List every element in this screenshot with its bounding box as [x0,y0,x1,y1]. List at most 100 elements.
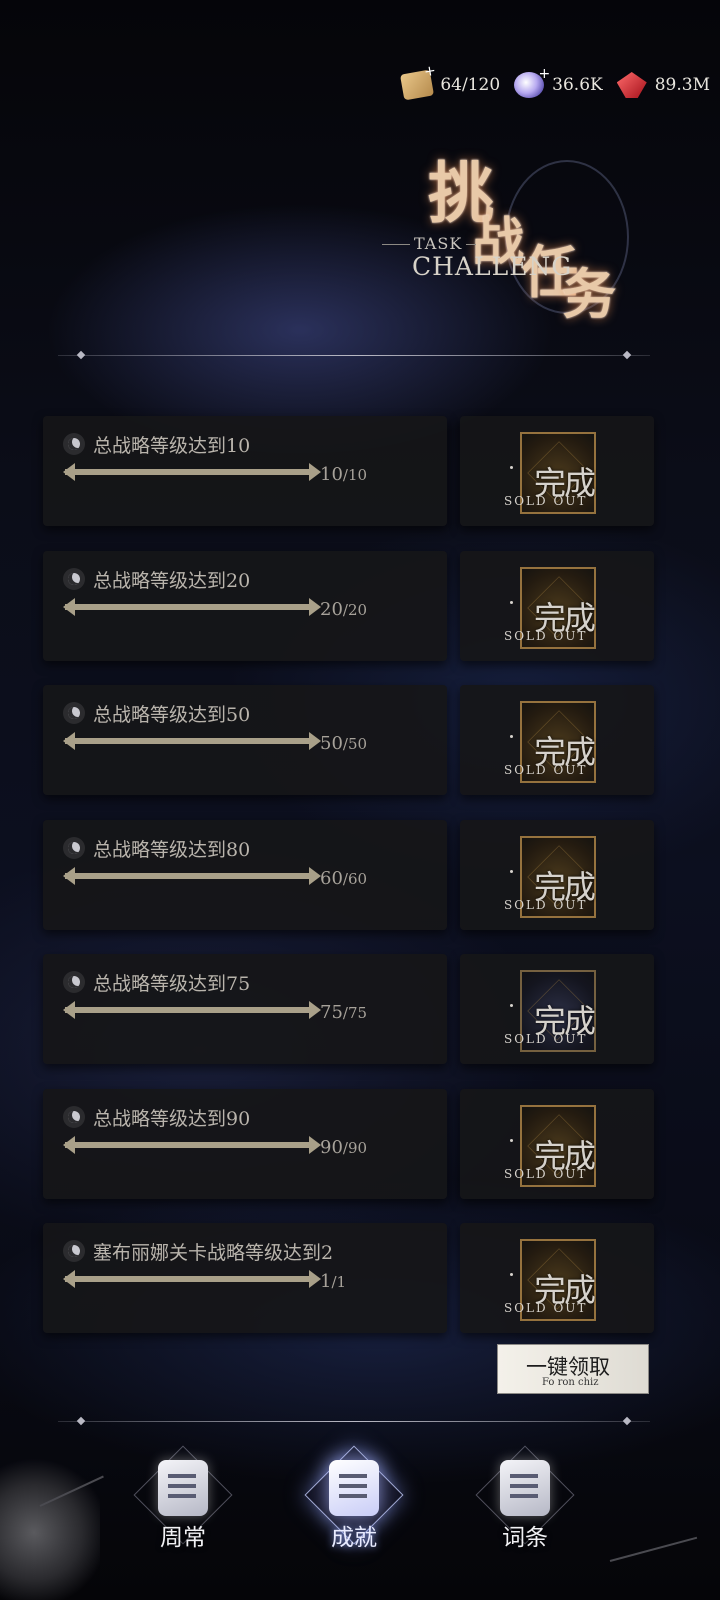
progress-text: 90/90 [320,1137,367,1158]
resource-ruby[interactable]: 89.3M [616,72,710,98]
progress-bar [65,873,311,879]
claim-all-button[interactable]: 一键领取 Fo ron chiz [497,1344,649,1394]
task-row: 总战略等级达到10 10/10 [43,416,447,526]
page-subtitle-small: TASK [414,234,463,253]
task-row: 塞布丽娜关卡战略等级达到2 1/1 [43,1223,447,1333]
reward-slot[interactable]: 完成 SOLD OUT [460,1223,654,1333]
progress-bar-fill [65,604,311,610]
task-label: 塞布丽娜关卡战略等级达到2 [93,1242,334,1264]
moon-icon [63,433,85,455]
progress-text: 60/60 [320,868,367,889]
resource-value: 64/120 [440,75,501,95]
progress-text: 75/75 [320,1002,367,1023]
task-label: 总战略等级达到10 [93,435,251,457]
sold-out-stamp: SOLD OUT [504,763,588,777]
moon-icon [63,1106,85,1128]
task-label: 总战略等级达到90 [93,1108,251,1130]
scroll-ticket-icon: + [400,63,438,101]
task-row: 总战略等级达到50 50/50 [43,685,447,795]
claim-all-sublabel: Fo ron chiz [542,1377,599,1388]
progress-bar [65,1007,311,1013]
reward-slot[interactable]: 完成 SOLD OUT [460,685,654,795]
progress-current: 20 [320,599,343,620]
progress-bar-fill [65,1007,311,1013]
rose-ornament [0,1450,100,1600]
progress-current: 50 [320,733,343,754]
progress-total: /90 [342,1139,368,1157]
progress-bar [65,738,311,744]
stamp-dot [510,601,513,604]
progress-current: 75 [320,1002,343,1023]
task-label: 总战略等级达到80 [93,839,251,861]
progress-text: 20/20 [320,599,367,620]
stamp-dot [510,1273,513,1276]
progress-bar-fill [65,738,311,744]
stamp-dot [510,735,513,738]
task-row: 总战略等级达到20 20/20 [43,551,447,661]
ruby-icon [616,72,647,98]
weekly-scroll-icon [158,1460,208,1516]
stamp-dot [510,466,513,469]
progress-bar [65,469,311,475]
reward-slot[interactable]: 完成 SOLD OUT [460,416,654,526]
tab-achievements[interactable]: 成就 [299,1430,409,1570]
resource-crystal[interactable]: + 36.6K [514,66,603,98]
moon-icon [63,1240,85,1262]
progress-bar [65,604,311,610]
progress-current: 1 [320,1271,332,1292]
footer-divider [58,1421,650,1422]
sold-out-stamp: SOLD OUT [504,1301,588,1315]
resource-scroll[interactable]: + 64/120 [400,63,501,101]
progress-total: /60 [342,870,368,888]
tab-label: 成就 [331,1525,377,1551]
moon-icon [63,837,85,859]
moon-icon [63,971,85,993]
progress-current: 60 [320,868,343,889]
tab-weekly[interactable]: 周常 [128,1430,238,1570]
resource-value: 89.3M [654,75,710,95]
resource-bar: + 64/120 + 36.6K 89.3M [400,63,710,101]
plus-icon: + [538,66,551,82]
task-label: 总战略等级达到50 [93,704,251,726]
stamp-dot [510,1139,513,1142]
moon-icon [63,702,85,724]
page-subtitle-large: CHALLENG [412,252,573,281]
progress-bar-fill [65,873,311,879]
task-row: 总战略等级达到90 90/90 [43,1089,447,1199]
stamp-dot [510,1004,513,1007]
progress-total: /75 [342,1004,368,1022]
progress-total: /10 [342,466,368,484]
reward-slot[interactable]: 完成 SOLD OUT [460,954,654,1064]
sold-out-stamp: SOLD OUT [504,629,588,643]
task-label: 总战略等级达到20 [93,570,251,592]
progress-total: /50 [342,735,368,753]
sold-out-stamp: SOLD OUT [504,1167,588,1181]
sold-out-stamp: SOLD OUT [504,1032,588,1046]
crystal-icon: + [514,66,550,98]
progress-bar [65,1276,311,1282]
achievement-scroll-icon [329,1460,379,1516]
title-ornament-line [466,244,476,245]
stamp-dot [510,870,513,873]
tab-label: 周常 [160,1525,206,1551]
tab-entries[interactable]: 词条 [470,1430,580,1570]
sold-out-stamp: SOLD OUT [504,898,588,912]
progress-bar-fill [65,1276,311,1282]
task-label: 总战略等级达到75 [93,973,251,995]
reward-slot[interactable]: 完成 SOLD OUT [460,1089,654,1199]
progress-text: 50/50 [320,733,367,754]
progress-current: 10 [320,464,343,485]
moon-icon [63,568,85,590]
progress-bar [65,1142,311,1148]
reward-slot[interactable]: 完成 SOLD OUT [460,551,654,661]
progress-text: 10/10 [320,464,367,485]
progress-bar-fill [65,1142,311,1148]
title-ornament-line [382,244,410,245]
reward-slot[interactable]: 完成 SOLD OUT [460,820,654,930]
tab-label: 词条 [502,1525,548,1551]
progress-total: /20 [342,601,368,619]
task-row: 总战略等级达到80 60/60 [43,820,447,930]
entries-scroll-icon [500,1460,550,1516]
progress-total: /1 [331,1273,347,1291]
task-row: 总战略等级达到75 75/75 [43,954,447,1064]
